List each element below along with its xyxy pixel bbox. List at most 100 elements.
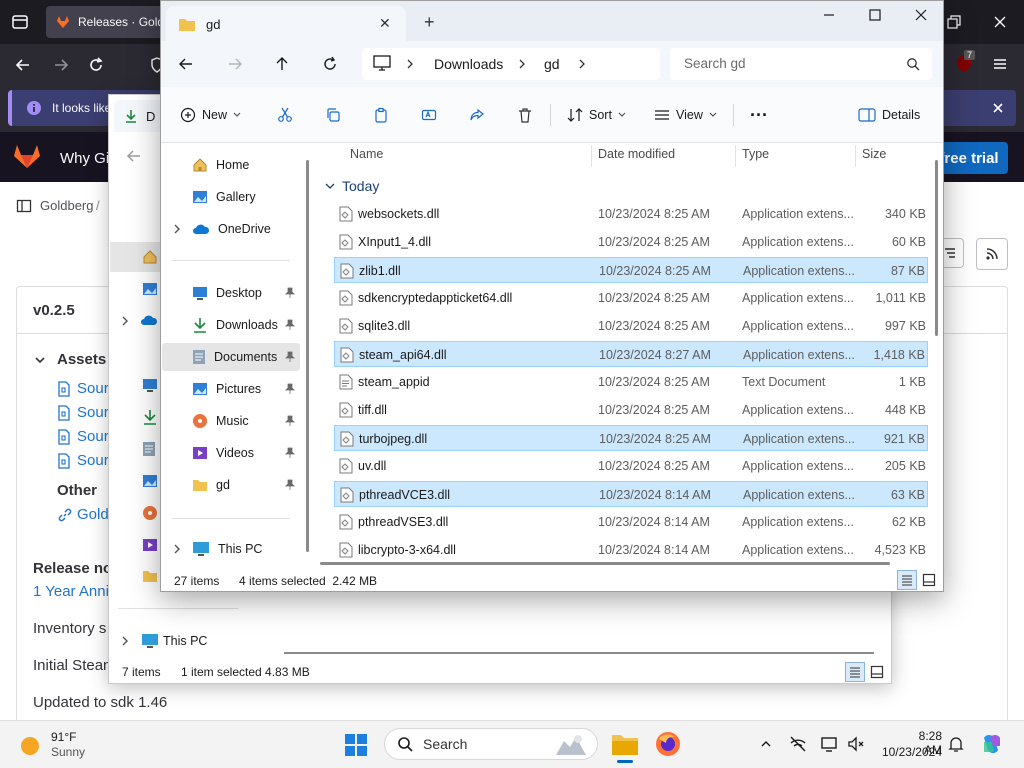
search-icon[interactable]: [906, 57, 920, 71]
source-archive-link[interactable]: Sour: [77, 404, 109, 421]
nav-item-onedrive[interactable]: OneDrive: [192, 215, 271, 243]
cut-icon[interactable]: [273, 103, 297, 127]
nav-item-music[interactable]: Music: [192, 407, 249, 435]
file-row[interactable]: tiff.dll 10/23/2024 8:25 AM Application ex…: [334, 397, 928, 423]
browser-tab-releases[interactable]: Releases · Goldb: [46, 6, 166, 38]
details-pane-button[interactable]: Details: [858, 101, 920, 129]
file-row[interactable]: websockets.dll 10/23/2024 8:25 AM Applicat…: [334, 201, 928, 227]
pin-icon[interactable]: [285, 319, 295, 331]
source-archive-link[interactable]: Sour: [77, 428, 109, 445]
new-tab-icon[interactable]: +: [424, 12, 435, 33]
anniversary-link[interactable]: 1 Year Anni: [33, 583, 109, 600]
chevron-right-icon[interactable]: [120, 315, 130, 327]
nav-item-downloads[interactable]: Downloads: [192, 311, 278, 339]
folder-icon[interactable]: [142, 569, 158, 583]
up-arrow-icon[interactable]: [274, 56, 290, 72]
videos-icon[interactable]: [142, 537, 158, 553]
tiles-view-icon[interactable]: [870, 665, 884, 679]
source-archive-link[interactable]: Sour: [77, 380, 109, 397]
network-icon[interactable]: [789, 735, 807, 753]
chevron-right-icon[interactable]: [120, 635, 130, 647]
delete-icon[interactable]: [513, 103, 537, 127]
back-arrow-icon[interactable]: [126, 148, 142, 164]
restore-window-icon[interactable]: [946, 14, 962, 30]
nav-item-gd[interactable]: gd: [192, 471, 230, 499]
source-archive-link[interactable]: Sour: [77, 452, 109, 469]
start-button[interactable]: [344, 733, 368, 757]
gitlab-header-text[interactable]: Why Gi: [60, 150, 109, 167]
tab-close-icon[interactable]: ✕: [379, 15, 391, 32]
search-input[interactable]: Search gd: [684, 56, 746, 71]
share-icon[interactable]: [465, 103, 489, 127]
file-row[interactable]: uv.dll 10/23/2024 8:25 AM Application exte…: [334, 453, 928, 479]
pin-icon[interactable]: [285, 383, 295, 395]
volume-muted-icon[interactable]: [847, 735, 865, 753]
details-view-button[interactable]: [845, 662, 865, 682]
back-arrow-icon[interactable]: [14, 56, 32, 74]
pin-icon[interactable]: [285, 447, 295, 459]
forward-arrow-icon[interactable]: [52, 56, 70, 74]
file-row[interactable]: turbojpeg.dll 10/23/2024 8:25 AM Applicati…: [334, 425, 928, 451]
desktop-icon[interactable]: [142, 378, 158, 392]
assets-label[interactable]: Assets: [57, 351, 106, 368]
ublock-extension-icon[interactable]: 7: [954, 50, 976, 74]
music-icon[interactable]: [142, 505, 158, 521]
file-row[interactable]: pthreadVSE3.dll 10/23/2024 8:14 AM Applica…: [334, 509, 928, 535]
breadcrumb-downloads[interactable]: Downloads: [434, 56, 503, 72]
back-arrow-icon[interactable]: [178, 56, 194, 72]
breadcrumb-goldberg[interactable]: Goldberg: [40, 198, 93, 213]
file-row[interactable]: libcrypto-3-x64.dll 10/23/2024 8:14 AM App…: [334, 537, 928, 563]
refresh-icon[interactable]: [322, 56, 338, 72]
horizontal-scrollbar[interactable]: [320, 562, 890, 565]
notice-close-icon[interactable]: [990, 100, 1006, 116]
weather-widget[interactable]: 91°F Sunny: [20, 730, 100, 762]
downloads-icon[interactable]: [142, 409, 158, 425]
file-explorer-taskbar-icon[interactable]: [610, 730, 640, 763]
reload-icon[interactable]: [87, 56, 105, 74]
chevron-right-icon[interactable]: [172, 543, 182, 555]
minimize-icon[interactable]: [822, 8, 836, 22]
sort-button[interactable]: Sort: [567, 101, 626, 129]
nav-item-this-pc[interactable]: This PC: [192, 535, 262, 563]
nav-item-videos[interactable]: Videos: [192, 439, 254, 467]
nav-item-pictures[interactable]: Pictures: [192, 375, 261, 403]
chevron-right-icon[interactable]: [172, 223, 182, 235]
explorer-tab-gd[interactable]: gd: [166, 6, 406, 42]
onedrive-icon[interactable]: [140, 314, 158, 326]
column-separator[interactable]: [855, 145, 856, 167]
paste-icon[interactable]: [369, 103, 393, 127]
file-row[interactable]: XInput1_4.dll 10/23/2024 8:25 AM Applicati…: [334, 229, 928, 255]
breadcrumb-chevron-icon[interactable]: [578, 58, 586, 70]
gallery-icon[interactable]: [142, 281, 158, 297]
close-icon[interactable]: [914, 8, 928, 22]
display-icon[interactable]: [820, 735, 838, 753]
gitlab-logo-icon[interactable]: [12, 142, 42, 170]
this-pc-icon[interactable]: [141, 633, 159, 649]
firefox-taskbar-icon[interactable]: [655, 731, 681, 757]
copy-icon[interactable]: [321, 103, 345, 127]
file-row[interactable]: sqlite3.dll 10/23/2024 8:25 AM Application…: [334, 313, 928, 339]
column-header-date[interactable]: Date modified: [598, 147, 675, 161]
new-button[interactable]: New: [180, 101, 241, 129]
copilot-icon[interactable]: [980, 732, 1004, 756]
notification-bell-icon[interactable]: [948, 735, 964, 753]
this-pc-label[interactable]: This PC: [163, 634, 207, 648]
clock-date[interactable]: 10/23/2024: [878, 745, 942, 759]
nav-item-desktop[interactable]: Desktop: [192, 279, 262, 307]
group-header-today[interactable]: Today: [324, 178, 379, 194]
maximize-icon[interactable]: [868, 8, 882, 22]
column-separator[interactable]: [735, 145, 736, 167]
pin-icon[interactable]: [285, 351, 295, 363]
vertical-scrollbar[interactable]: [935, 160, 938, 336]
file-row[interactable]: steam_appid 10/23/2024 8:25 AM Text Docume…: [334, 369, 928, 395]
rss-button[interactable]: [976, 238, 1008, 270]
more-options-button[interactable]: ···: [750, 101, 768, 129]
column-header-name[interactable]: Name: [350, 147, 383, 161]
chevron-up-icon[interactable]: [760, 738, 772, 750]
other-link[interactable]: Gold: [77, 506, 109, 523]
nav-item-documents[interactable]: Documents: [192, 343, 277, 371]
view-button[interactable]: View: [654, 101, 717, 129]
explorer-back-scrollbar[interactable]: [284, 652, 874, 654]
release-version[interactable]: v0.2.5: [33, 302, 75, 319]
nav-item-gallery[interactable]: Gallery: [192, 183, 256, 211]
